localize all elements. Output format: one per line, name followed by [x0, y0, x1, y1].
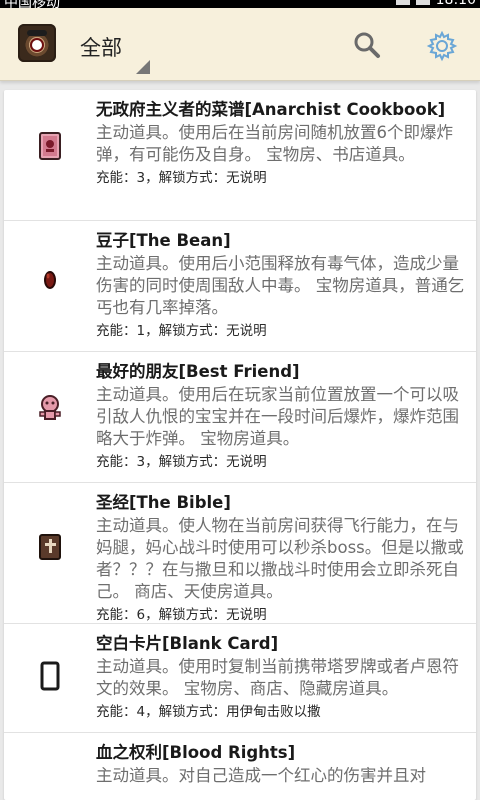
status-bar: 中国移动 18:10 — [0, 0, 480, 8]
list-item[interactable]: 无政府主义者的菜谱[Anarchist Cookbook] 主动道具。使用后在当… — [4, 90, 476, 221]
item-title: 圣经[The Bible] — [96, 493, 231, 512]
app-icon[interactable] — [18, 24, 56, 62]
item-title: 血之权利[Blood Rights] — [96, 743, 296, 762]
item-meta: 充能：3，解锁方式：无说明 — [96, 170, 267, 186]
item-meta: 充能：6，解锁方式：无说明 — [96, 607, 267, 623]
bible-icon — [39, 534, 61, 560]
item-description: 主动道具。使用后在当前房间随机放置6个即爆炸弹，有可能伤及自身。 宝物房、书店道… — [96, 123, 453, 164]
item-description: 主动道具。使用后在玩家当前位置放置一个可以吸引敌人仇恨的宝宝并在一段时间后爆炸，… — [96, 385, 459, 448]
bean-icon — [44, 271, 56, 289]
list-item[interactable]: 最好的朋友[Best Friend] 主动道具。使用后在玩家当前位置放置一个可以… — [4, 352, 476, 483]
list-item[interactable]: 圣经[The Bible] 主动道具。使人物在当前房间获得飞行能力，在与妈腿，妈… — [4, 483, 476, 624]
best-friend-icon — [39, 395, 61, 420]
list-item[interactable]: 血之权利[Blood Rights] 主动道具。对自己造成一个红心的伤害并且对 — [4, 733, 476, 800]
battery-icon — [415, 0, 430, 5]
item-meta: 充能：1，解锁方式：无说明 — [96, 323, 267, 339]
settings-icon — [426, 30, 458, 62]
action-bar: 全部 — [0, 8, 480, 81]
item-title: 最好的朋友[Best Friend] — [96, 362, 300, 381]
spinner-corner-icon — [136, 60, 150, 74]
item-list[interactable]: 无政府主义者的菜谱[Anarchist Cookbook] 主动道具。使用后在当… — [4, 90, 476, 800]
clock: 18:10 — [435, 0, 476, 8]
item-description: 主动道具。使用后小范围释放有毒气体，造成少量伤害的同时使周围敌人中毒。 宝物房道… — [96, 254, 465, 317]
search-icon — [354, 32, 380, 58]
status-icons: 18:10 — [395, 0, 476, 8]
item-description: 主动道具。使用时复制当前携带塔罗牌或者卢恩符文的效果。 宝物房、商店、隐藏房道具… — [96, 657, 459, 698]
carrier-label: 中国移动 — [4, 0, 60, 8]
item-meta: 充能：3，解锁方式：无说明 — [96, 454, 267, 470]
list-item[interactable]: 豆子[The Bean] 主动道具。使用后小范围释放有毒气体，造成少量伤害的同时… — [4, 221, 476, 352]
filter-label: 全部 — [80, 36, 122, 60]
list-item[interactable]: 空白卡片[Blank Card] 主动道具。使用时复制当前携带塔罗牌或者卢恩符文… — [4, 624, 476, 733]
filter-spinner[interactable]: 全部 — [66, 8, 154, 80]
item-description: 主动道具。使人物在当前房间获得飞行能力，在与妈腿，妈心战斗时使用可以秒杀boss… — [96, 516, 464, 601]
item-description: 主动道具。对自己造成一个红心的伤害并且对 — [96, 766, 426, 785]
signal-icon — [395, 0, 410, 5]
cookbook-icon — [39, 132, 61, 160]
item-title: 豆子[The Bean] — [96, 231, 231, 250]
settings-button[interactable] — [426, 30, 458, 62]
item-title: 空白卡片[Blank Card] — [96, 634, 279, 653]
item-title: 无政府主义者的菜谱[Anarchist Cookbook] — [96, 100, 446, 119]
item-meta: 充能：4，解锁方式：用伊甸击败以撒 — [96, 704, 321, 720]
search-button[interactable] — [352, 30, 382, 60]
blank-card-icon — [40, 661, 60, 691]
